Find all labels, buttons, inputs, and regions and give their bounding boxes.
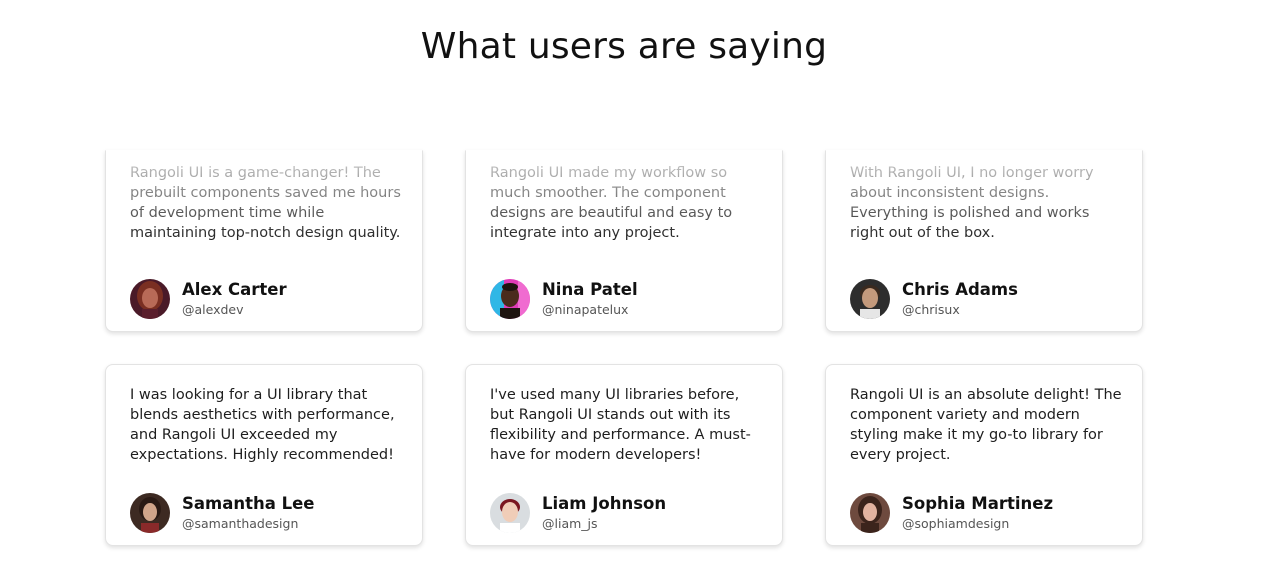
testimonial-card: With Rangoli UI, I no longer worry about…: [825, 150, 1143, 332]
avatar: [850, 279, 890, 319]
testimonial-quote: I've used many UI libraries before, but …: [490, 387, 751, 463]
testimonial-author: Nina Patel @ninapatelux: [490, 279, 638, 319]
author-meta: Liam Johnson @liam_js: [542, 494, 666, 533]
avatar-image: [850, 493, 890, 533]
author-meta: Nina Patel @ninapatelux: [542, 280, 638, 319]
author-meta: Alex Carter @alexdev: [182, 280, 287, 319]
author-meta: Samantha Lee @samanthadesign: [182, 494, 315, 533]
avatar-image: [130, 279, 170, 319]
author-handle: @liam_js: [542, 515, 598, 531]
avatar-image: [130, 493, 170, 533]
testimonial-quote: Rangoli UI is an absolute delight! The c…: [850, 387, 1122, 463]
author-handle: @samanthadesign: [182, 515, 299, 531]
avatar: [130, 493, 170, 533]
avatar: [850, 493, 890, 533]
testimonial-quote: Rangoli UI is a game-changer! The prebui…: [130, 165, 401, 241]
author-handle: @sophiamdesign: [902, 515, 1010, 531]
section-title: What users are saying: [420, 26, 828, 67]
author-meta: Chris Adams @chrisux: [902, 280, 1018, 319]
author-meta: Sophia Martinez @sophiamdesign: [902, 494, 1053, 533]
testimonials-page: What users are saying Rangoli UI is a ga…: [0, 0, 1274, 575]
testimonial-quote: With Rangoli UI, I no longer worry about…: [850, 165, 1094, 241]
avatar: [490, 493, 530, 533]
author-handle: @ninapatelux: [542, 301, 629, 317]
testimonial-quote: Rangoli UI made my workflow so much smoo…: [490, 165, 733, 241]
testimonial-card: Rangoli UI is an absolute delight! The c…: [825, 364, 1143, 546]
avatar-image: [490, 279, 530, 319]
author-name: Nina Patel: [542, 279, 638, 299]
author-name: Alex Carter: [182, 279, 287, 299]
testimonial-author: Liam Johnson @liam_js: [490, 493, 666, 533]
author-name: Sophia Martinez: [902, 493, 1054, 513]
avatar-image: [850, 279, 890, 319]
avatar: [490, 279, 530, 319]
testimonial-author: Sophia Martinez @sophiamdesign: [850, 493, 1053, 533]
testimonial-card: I've used many UI libraries before, but …: [465, 364, 783, 546]
author-name: Samantha Lee: [182, 493, 315, 513]
testimonial-card: I was looking for a UI library that blen…: [105, 364, 423, 546]
author-handle: @alexdev: [182, 301, 244, 317]
testimonial-author: Alex Carter @alexdev: [130, 279, 287, 319]
avatar-image: [490, 493, 530, 533]
testimonial-card: Rangoli UI made my workflow so much smoo…: [465, 150, 783, 332]
author-handle: @chrisux: [902, 301, 960, 317]
testimonial-author: Chris Adams @chrisux: [850, 279, 1018, 319]
testimonial-card: Rangoli UI is a game-changer! The prebui…: [105, 150, 423, 332]
author-name: Chris Adams: [902, 279, 1018, 299]
testimonial-quote: I was looking for a UI library that blen…: [130, 387, 395, 463]
avatar: [130, 279, 170, 319]
author-name: Liam Johnson: [542, 493, 667, 513]
testimonial-author: Samantha Lee @samanthadesign: [130, 493, 315, 533]
